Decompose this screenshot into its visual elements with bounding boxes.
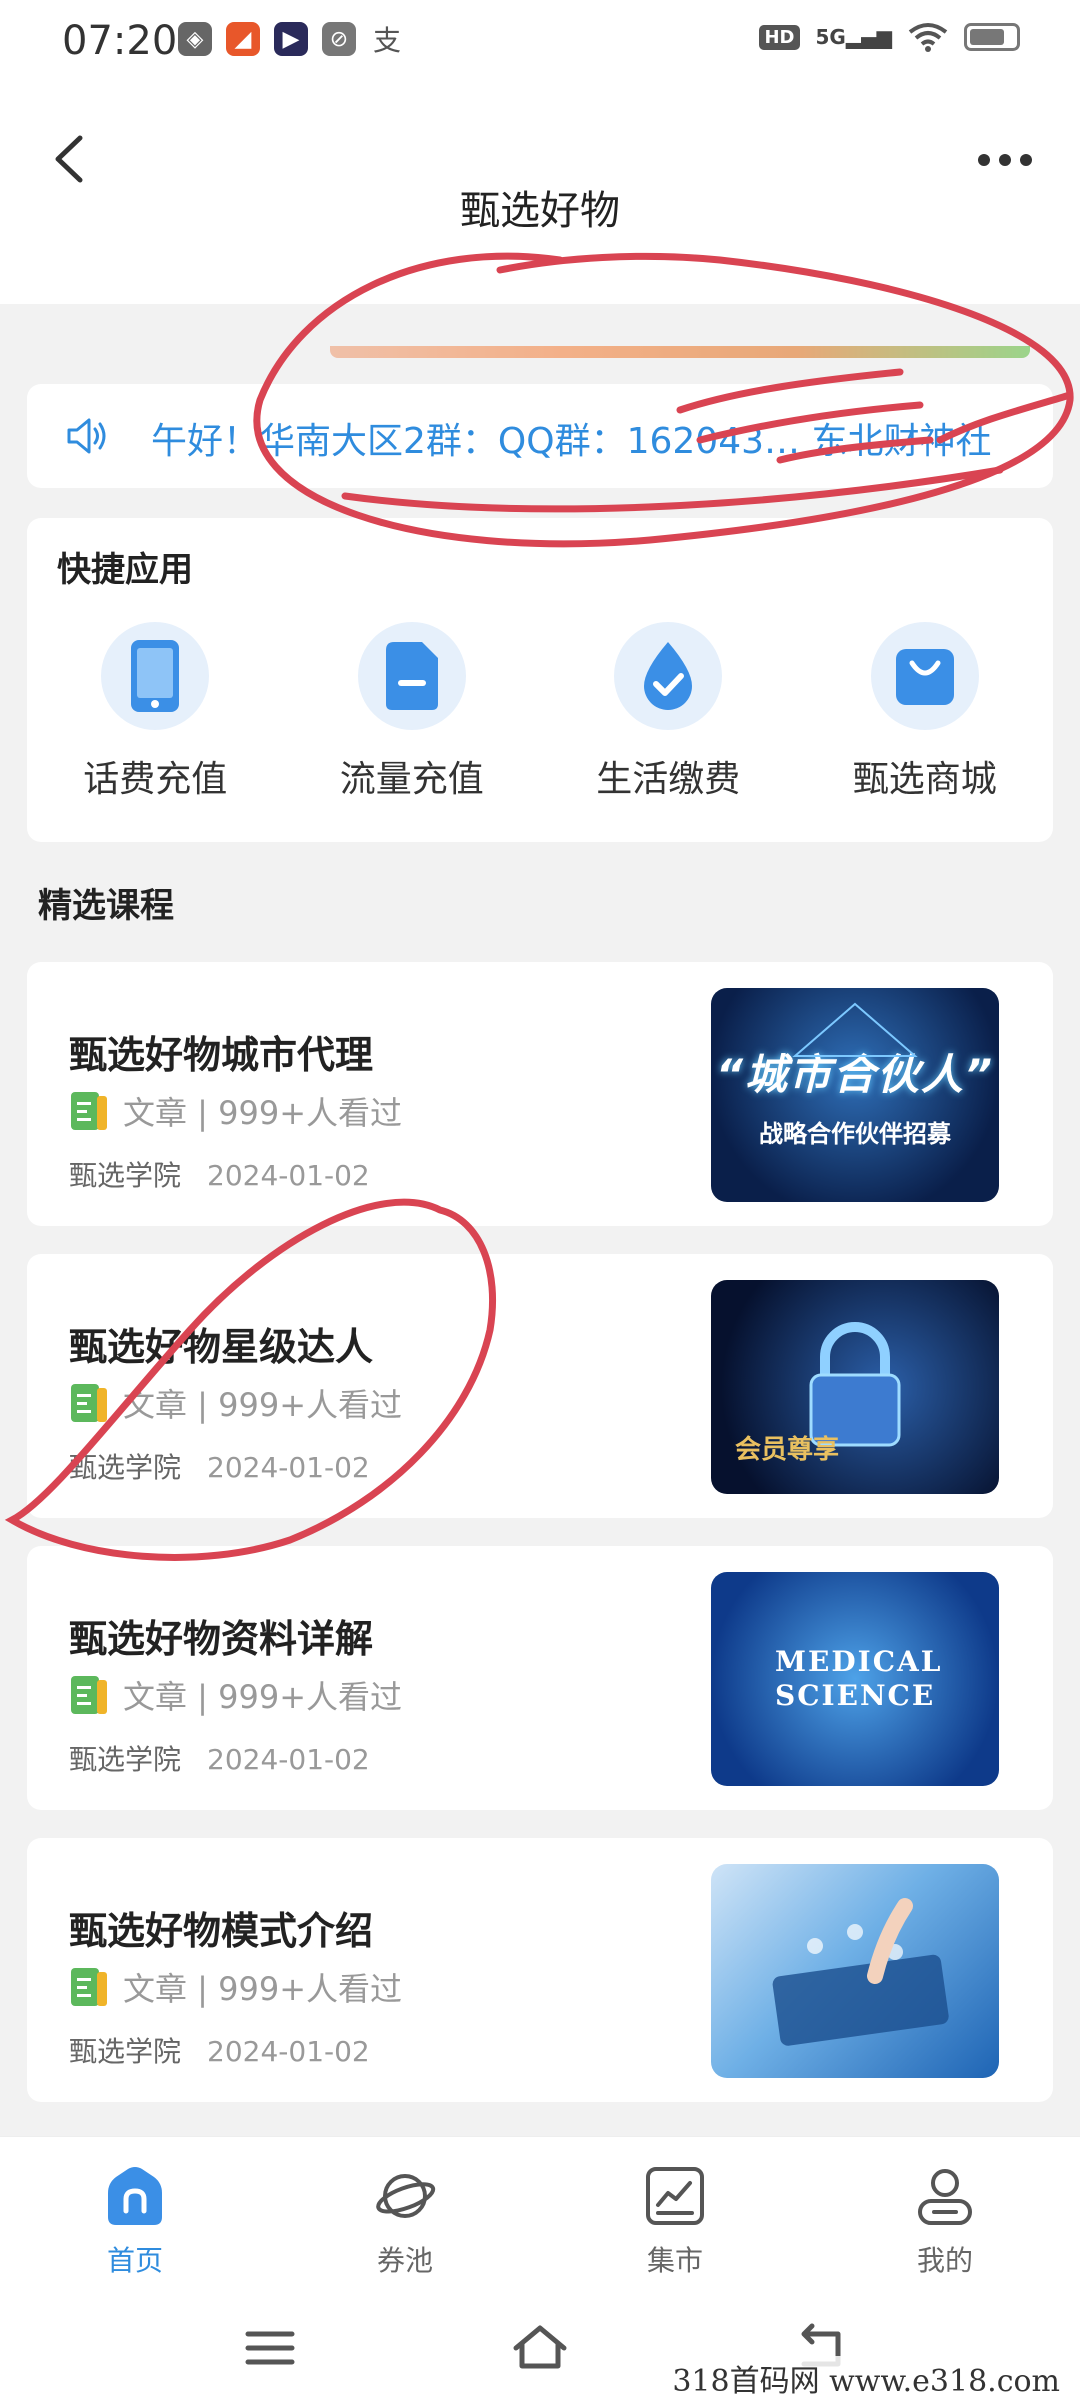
quick-apps-panel: 快捷应用 话费充值 流量充值 生活缴费 甄选商城 (27, 518, 1053, 842)
more-options-icon[interactable] (970, 140, 1040, 180)
phone-icon (131, 640, 180, 712)
bottom-tab-bar: 首页 券池 集市 我的 (0, 2136, 1080, 2288)
document-icon (71, 1676, 107, 1714)
app-notification-icon: ⊘ (322, 22, 356, 56)
document-icon (71, 1092, 107, 1130)
course-date: 2024-01-02 (207, 1451, 370, 1484)
tab-label: 券池 (376, 2244, 433, 2277)
tablet-hand-icon (772, 1898, 949, 2046)
home-nav-icon[interactable] (510, 2318, 570, 2378)
course-date: 2024-01-02 (207, 1159, 370, 1192)
course-title: 甄选好物模式介绍 (69, 1909, 374, 1953)
course-date: 2024-01-02 (207, 2035, 370, 2068)
course-thumbnail: “城市合伙人” 战略合作伙伴招募 (711, 988, 999, 1202)
notification-icons: ◈ ◢ ▶ ⊘ 支 (178, 22, 404, 57)
course-date: 2024-01-02 (207, 1743, 370, 1776)
notice-bar[interactable]: 午好！华南大区2群：QQ群：162043… 东北财神社 (27, 384, 1053, 488)
tab-mine[interactable]: 我的 (810, 2137, 1080, 2288)
quick-app-phone-recharge[interactable]: 话费充值 (27, 622, 284, 802)
quick-app-mall[interactable]: 甄选商城 (797, 622, 1054, 802)
shopping-bag-icon (895, 649, 954, 705)
course-meta: 文章 | 999+人看过 (69, 1380, 402, 1426)
course-title: 甄选好物星级达人 (69, 1325, 374, 1369)
course-source: 甄选学院 2024-01-02 (69, 2035, 370, 2068)
tab-label: 集市 (646, 2244, 703, 2277)
menu-icon[interactable] (240, 2318, 300, 2378)
course-meta: 文章 | 999+人看过 (69, 1964, 402, 2010)
course-card[interactable]: 甄选好物星级达人 文章 | 999+人看过 甄选学院 2024-01-02 会员尊… (27, 1254, 1053, 1518)
course-title: 甄选好物资料详解 (69, 1617, 374, 1661)
section-title: 精选课程 (38, 886, 174, 926)
course-source: 甄选学院 2024-01-02 (69, 1451, 370, 1484)
quick-app-data-recharge[interactable]: 流量充值 (284, 622, 541, 802)
banner-image[interactable] (330, 346, 1030, 358)
course-card[interactable]: 甄选好物模式介绍 文章 | 999+人看过 甄选学院 2024-01-02 (27, 1838, 1053, 2102)
triangle-icon (792, 1002, 918, 1057)
watermark-text: 318首码网 www.e318.com (666, 2356, 1066, 2400)
course-meta: 文章 | 999+人看过 (69, 1088, 402, 1134)
tab-label: 首页 (106, 2244, 163, 2277)
hd-badge: HD (759, 24, 800, 50)
quick-app-label: 生活缴费 (596, 759, 741, 800)
home-icon (108, 2167, 162, 2225)
wifi-icon (908, 23, 948, 52)
chart-icon (646, 2167, 704, 2225)
sim-card-icon (385, 642, 438, 710)
status-time: 07:20 (62, 18, 178, 64)
course-title: 甄选好物城市代理 (69, 1033, 374, 1077)
course-thumbnail: 会员尊享 (711, 1280, 999, 1494)
app-notification-icon: ◢ (226, 22, 260, 56)
document-icon (71, 1384, 107, 1422)
tab-market[interactable]: 集市 (540, 2137, 810, 2288)
document-icon (71, 1968, 107, 2006)
speaker-icon (67, 418, 106, 454)
app-notification-icon: ▶ (274, 22, 308, 56)
signal-icon: 5G▂▄▆ (815, 25, 893, 49)
quick-app-label: 话费充值 (83, 759, 228, 800)
course-thumbnail (711, 1864, 999, 2078)
course-card[interactable]: 甄选好物城市代理 文章 | 999+人看过 甄选学院 2024-01-02 “城市… (27, 962, 1053, 1226)
tab-home[interactable]: 首页 (0, 2137, 270, 2288)
quick-app-label: 流量充值 (339, 759, 484, 800)
quick-app-bill-payment[interactable]: 生活缴费 (540, 622, 797, 802)
quick-apps-title: 快捷应用 (57, 550, 193, 590)
tab-coupon-pool[interactable]: 券池 (270, 2137, 540, 2288)
app-notification-icon: ◈ (178, 22, 212, 56)
course-card[interactable]: 甄选好物资料详解 文章 | 999+人看过 甄选学院 2024-01-02 MED… (27, 1546, 1053, 1810)
planet-icon (376, 2174, 436, 2218)
course-source: 甄选学院 2024-01-02 (69, 1743, 370, 1776)
course-thumbnail: MEDICAL SCIENCE (711, 1572, 999, 1786)
alipay-icon: 支 (370, 22, 404, 57)
status-bar: 07:20 ◈ ◢ ▶ ⊘ 支 HD 5G▂▄▆ (0, 0, 1080, 84)
course-source: 甄选学院 2024-01-02 (69, 1159, 370, 1192)
battery-icon (964, 23, 1020, 51)
page-title: 甄选好物 (460, 188, 620, 234)
water-drop-icon (644, 642, 693, 710)
quick-app-label: 甄选商城 (852, 759, 997, 800)
tab-label: 我的 (916, 2244, 973, 2277)
notice-text: 午好！华南大区2群：QQ群：162043… 东北财神社 (151, 421, 992, 462)
course-meta: 文章 | 999+人看过 (69, 1672, 402, 1718)
user-icon (918, 2169, 972, 2225)
